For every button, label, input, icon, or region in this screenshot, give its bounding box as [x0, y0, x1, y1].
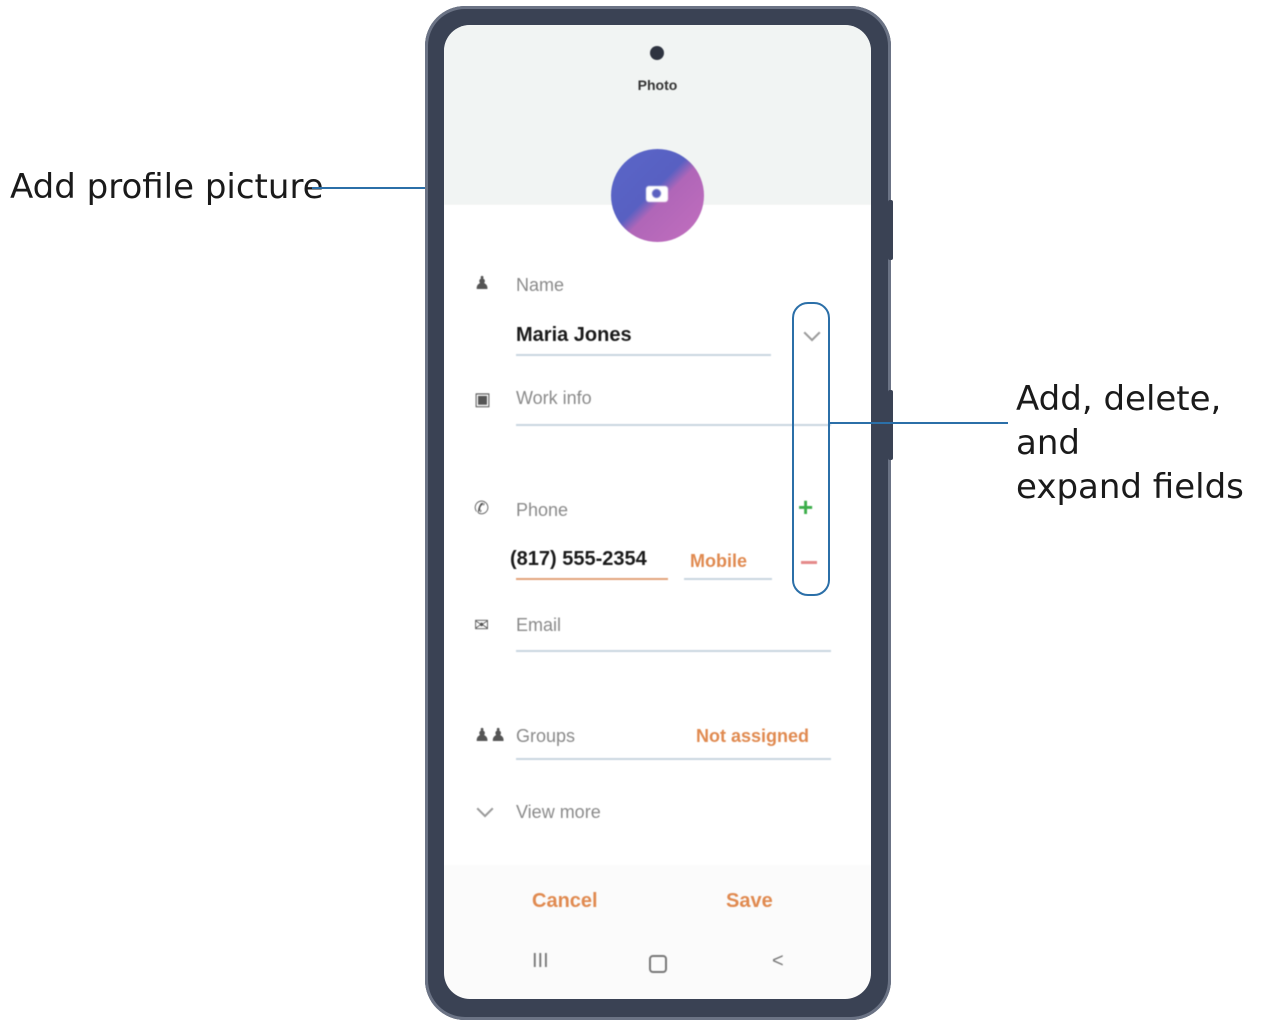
email-icon: ✉	[474, 615, 490, 635]
phone-type-underline	[684, 578, 772, 580]
email-underline	[516, 650, 831, 652]
save-button[interactable]: Save	[726, 890, 773, 913]
phone-icon: ✆	[474, 498, 490, 518]
work-info-underline	[516, 424, 831, 426]
callout-fields-line2: expand fields	[1016, 467, 1244, 507]
work-info-input[interactable]: Work info	[516, 388, 592, 409]
phone-type-dropdown[interactable]: Mobile	[690, 551, 747, 572]
groups-icon: ♟♟	[474, 725, 507, 745]
phone-number-underline	[516, 578, 668, 580]
callout-bracket-fields	[792, 302, 830, 596]
name-label: Name	[516, 275, 565, 295]
email-input[interactable]: Email	[516, 615, 561, 636]
camera-icon	[646, 186, 668, 202]
front-camera-icon	[650, 46, 664, 60]
side-button	[888, 390, 893, 460]
phone-label: Phone	[516, 500, 569, 520]
name-input[interactable]: Maria Jones	[516, 324, 632, 347]
view-more-button[interactable]: View more	[516, 802, 601, 823]
groups-underline	[516, 758, 831, 760]
groups-label: Groups	[516, 726, 576, 746]
person-icon: ♟	[474, 273, 491, 293]
cancel-button[interactable]: Cancel	[532, 890, 598, 913]
home-button[interactable]	[649, 955, 667, 973]
callout-fields: Add, delete, and expand fields	[1016, 377, 1282, 509]
groups-value[interactable]: Not assigned	[696, 726, 809, 747]
back-button[interactable]: <	[772, 950, 784, 973]
phone-number-input[interactable]: (817) 555-2354	[510, 548, 647, 571]
work-icon: ▣	[474, 389, 492, 409]
callout-line-fields	[828, 422, 1008, 424]
photo-label: Photo	[637, 77, 678, 93]
callout-add-profile-picture: Add profile picture	[10, 167, 324, 207]
callout-fields-line1: Add, delete, and	[1016, 379, 1222, 463]
add-profile-picture-button[interactable]	[611, 149, 704, 242]
name-underline	[516, 354, 771, 356]
recent-apps-button[interactable]: III	[532, 950, 549, 973]
side-button	[888, 200, 893, 260]
